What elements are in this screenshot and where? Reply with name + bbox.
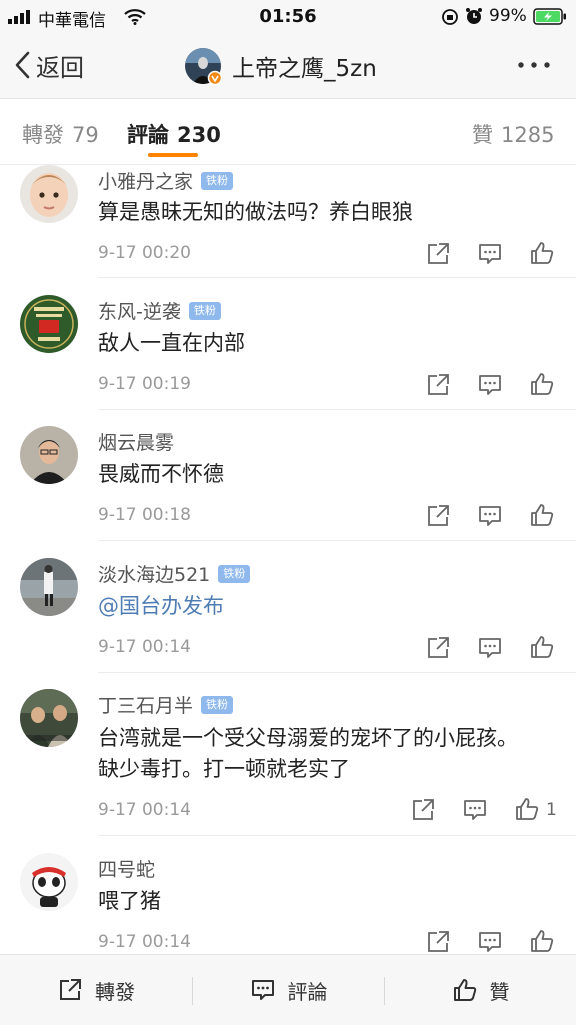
reply-icon[interactable]	[477, 635, 503, 661]
comment-item: 四号蛇 喂了猪 9-17 00:14	[0, 853, 576, 953]
commenter-avatar[interactable]	[20, 165, 78, 223]
tab-reposts-count: 79	[72, 123, 99, 147]
comment-button[interactable]: 評論	[193, 955, 384, 1025]
share-icon[interactable]	[410, 797, 436, 823]
battery-icon	[533, 8, 566, 25]
back-label: 返回	[36, 53, 84, 82]
divider	[98, 277, 576, 278]
like-icon[interactable]	[529, 240, 555, 266]
comment-text: 畏威而不怀德	[98, 462, 224, 486]
comment-time: 9-17 00:20	[98, 243, 191, 263]
commenter-name[interactable]: 东风-逆袭 铁粉	[98, 297, 221, 324]
like-icon[interactable]	[529, 928, 555, 954]
reply-icon[interactable]	[477, 929, 503, 955]
reply-icon[interactable]	[477, 503, 503, 529]
author-header[interactable]: 上帝之鹰_5zn	[184, 44, 377, 88]
tab-comments-label: 評論	[127, 123, 169, 147]
commenter-avatar[interactable]	[20, 853, 78, 911]
tab-reposts[interactable]: 轉發 79	[22, 119, 99, 149]
commenter-name-text: 烟云晨雾	[98, 432, 175, 454]
like-icon	[453, 979, 476, 1001]
reply-icon[interactable]	[477, 241, 503, 267]
commenter-name[interactable]: 小雅丹之家 铁粉	[98, 167, 234, 194]
repost-label: 轉發	[95, 979, 135, 1004]
status-bar: 中華電信 01:56 99%	[0, 0, 576, 34]
divider	[98, 672, 576, 673]
comment-item: 淡水海边521 铁粉 @国台办发布 9-17 00:14	[0, 558, 576, 673]
divider	[98, 409, 576, 410]
like-count: 1	[546, 800, 557, 820]
back-button[interactable]: 返回	[14, 48, 84, 82]
commenter-avatar[interactable]	[20, 295, 78, 353]
reply-icon[interactable]	[477, 372, 503, 398]
commenter-name-text: 四号蛇	[98, 859, 156, 881]
commenter-name-text: 淡水海边521	[98, 564, 211, 586]
commenter-name-text: 东风-逆袭	[98, 301, 181, 323]
share-icon	[60, 979, 81, 1000]
tab-comments[interactable]: 評論 230	[127, 119, 221, 149]
comment-label: 評論	[287, 979, 328, 1004]
comment-time: 9-17 00:14	[98, 637, 191, 657]
like-button[interactable]: 贊	[385, 955, 576, 1025]
comment-time: 9-17 00:14	[98, 932, 191, 952]
fan-badge: 铁粉	[201, 695, 234, 714]
repost-button[interactable]: 轉發	[0, 955, 192, 1025]
comment-item: 东风-逆袭 铁粉 敌人一直在内部 9-17 00:19	[0, 295, 576, 410]
comment-text: 敌人一直在内部	[98, 331, 245, 355]
nav-bar: 返回 上帝之鹰_5zn	[0, 34, 576, 99]
comment-item: 烟云晨雾 畏威而不怀德 9-17 00:18	[0, 426, 576, 541]
fan-badge: 铁粉	[218, 564, 251, 583]
fan-badge: 铁粉	[188, 301, 221, 320]
commenter-name[interactable]: 烟云晨雾	[98, 428, 174, 455]
page-title: 上帝之鹰_5zn	[232, 56, 377, 82]
comment-item: 小雅丹之家 铁粉 算是愚昧无知的做法吗？养白眼狼 9-17 00:20	[0, 165, 576, 278]
divider	[98, 540, 576, 541]
like-icon[interactable]	[514, 796, 540, 822]
share-icon[interactable]	[425, 503, 451, 529]
active-tab-indicator	[148, 153, 198, 157]
orientation-lock-icon	[442, 9, 458, 25]
commenter-name[interactable]: 四号蛇	[98, 855, 155, 882]
tab-likes[interactable]: 贊 1285	[472, 119, 554, 149]
alarm-icon	[466, 8, 482, 24]
commenter-name[interactable]: 淡水海边521 铁粉	[98, 560, 251, 587]
commenter-name-text: 小雅丹之家	[98, 171, 194, 193]
commenter-avatar[interactable]	[20, 558, 78, 616]
tab-likes-count: 1285	[501, 123, 555, 147]
chevron-left-icon	[15, 51, 30, 79]
comment-icon	[251, 980, 274, 1000]
comment-item: 丁三石月半 铁粉 台湾就是一个受父母溺爱的宠坏了的小屁孩。缺少毒打。打一顿就老实…	[0, 689, 576, 836]
comment-text: 算是愚昧无知的做法吗？养白眼狼	[98, 200, 413, 224]
comment-mention-link[interactable]: @国台办发布	[98, 591, 538, 622]
divider	[98, 835, 576, 836]
like-icon[interactable]	[529, 634, 555, 660]
more-options-icon[interactable]	[514, 48, 554, 82]
comment-text: 台湾就是一个受父母溺爱的宠坏了的小屁孩。缺少毒打。打一顿就老实了	[98, 726, 518, 781]
author-avatar[interactable]	[184, 47, 222, 85]
commenter-name-text: 丁三石月半	[98, 695, 194, 717]
share-icon[interactable]	[425, 241, 451, 267]
comment-text: 喂了猪	[98, 889, 161, 913]
tab-bar: 轉發 79 評論 230 贊 1285	[0, 99, 576, 165]
commenter-avatar[interactable]	[20, 426, 78, 484]
battery-percent: 99%	[489, 6, 527, 26]
share-icon[interactable]	[425, 372, 451, 398]
like-icon[interactable]	[529, 502, 555, 528]
share-icon[interactable]	[425, 929, 451, 955]
tab-likes-label: 贊	[472, 123, 493, 147]
comment-time: 9-17 00:18	[98, 505, 191, 525]
commenter-avatar[interactable]	[20, 689, 78, 747]
tab-comments-count: 230	[177, 123, 221, 147]
bottom-action-bar: 轉發 評論 贊	[0, 954, 576, 1025]
reply-icon[interactable]	[462, 797, 488, 823]
comment-time: 9-17 00:14	[98, 800, 191, 820]
like-label: 贊	[489, 979, 510, 1004]
commenter-name[interactable]: 丁三石月半 铁粉	[98, 691, 234, 718]
like-icon[interactable]	[529, 371, 555, 397]
share-icon[interactable]	[425, 635, 451, 661]
tab-reposts-label: 轉發	[22, 123, 64, 147]
fan-badge: 铁粉	[201, 171, 234, 190]
comment-time: 9-17 00:19	[98, 374, 191, 394]
